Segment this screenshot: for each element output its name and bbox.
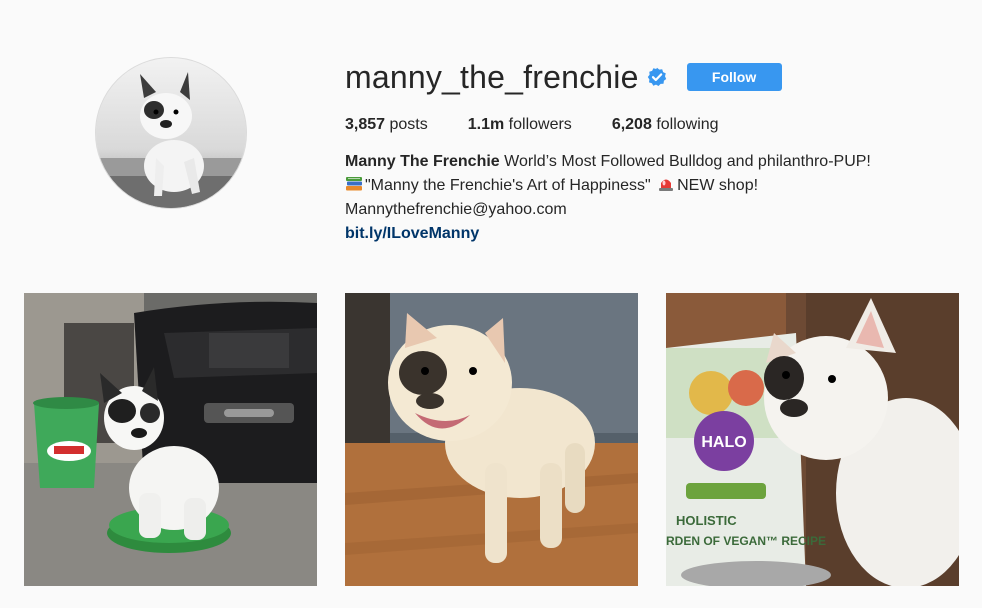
bio-line-2: "Manny the Frenchie's Art of Happiness" … — [345, 174, 965, 198]
bio-line-1: Manny The Frenchie World’s Most Followed… — [345, 150, 965, 174]
posts-stat: 3,857 posts — [345, 116, 428, 134]
posts-label: posts — [389, 116, 428, 133]
followers-label: followers — [508, 116, 572, 133]
following-link[interactable]: 6,208 following — [612, 116, 719, 134]
bio-email: Mannythefrenchie@yahoo.com — [345, 201, 567, 218]
siren-emoji-icon — [657, 175, 675, 193]
books-emoji-icon — [345, 175, 363, 193]
profile-stats: 3,857 posts 1.1m followers 6,208 followi… — [345, 116, 965, 134]
bio-book-title: "Manny the Frenchie's Art of Happiness" — [365, 177, 651, 194]
post-image-bulldog-on-lid — [24, 293, 317, 586]
profile-title-row: manny_the_frenchie Follow — [345, 58, 965, 96]
profile-avatar[interactable] — [95, 57, 247, 209]
post-thumbnail-2[interactable] — [345, 293, 638, 586]
posts-grid: HALO HOLISTIC RDEN OF VEGAN™ RECIPE — [24, 293, 959, 586]
post-image-bulldog-halo-bag: HALO HOLISTIC RDEN OF VEGAN™ RECIPE — [666, 293, 959, 586]
followers-link[interactable]: 1.1m followers — [468, 116, 572, 134]
post-image-bulldog-smiling — [345, 293, 638, 586]
profile-bio: Manny The Frenchie World’s Most Followed… — [345, 150, 965, 246]
verified-badge-icon — [647, 67, 667, 87]
posts-count: 3,857 — [345, 116, 386, 133]
follow-button[interactable]: Follow — [686, 63, 782, 91]
avatar-photo — [96, 58, 246, 208]
profile-full-name: Manny The Frenchie — [345, 153, 500, 170]
halo-holistic-text: HOLISTIC — [676, 513, 737, 528]
following-count: 6,208 — [611, 116, 652, 133]
post-thumbnail-3[interactable]: HALO HOLISTIC RDEN OF VEGAN™ RECIPE — [666, 293, 959, 586]
followers-count: 1.1m — [467, 116, 505, 133]
following-label: following — [656, 116, 719, 133]
halo-recipe-text: RDEN OF VEGAN™ RECIPE — [666, 534, 826, 548]
profile-username: manny_the_frenchie — [345, 59, 639, 95]
post-thumbnail-1[interactable] — [24, 293, 317, 586]
bio-text-line1: World’s Most Followed Bulldog and philan… — [504, 153, 871, 170]
profile-info: manny_the_frenchie Follow 3,857 posts 1.… — [345, 58, 965, 246]
bio-external-link[interactable]: bit.ly/ILoveManny — [345, 222, 479, 246]
halo-brand-text: HALO — [701, 434, 746, 451]
bio-shop-text: NEW shop! — [677, 177, 759, 194]
